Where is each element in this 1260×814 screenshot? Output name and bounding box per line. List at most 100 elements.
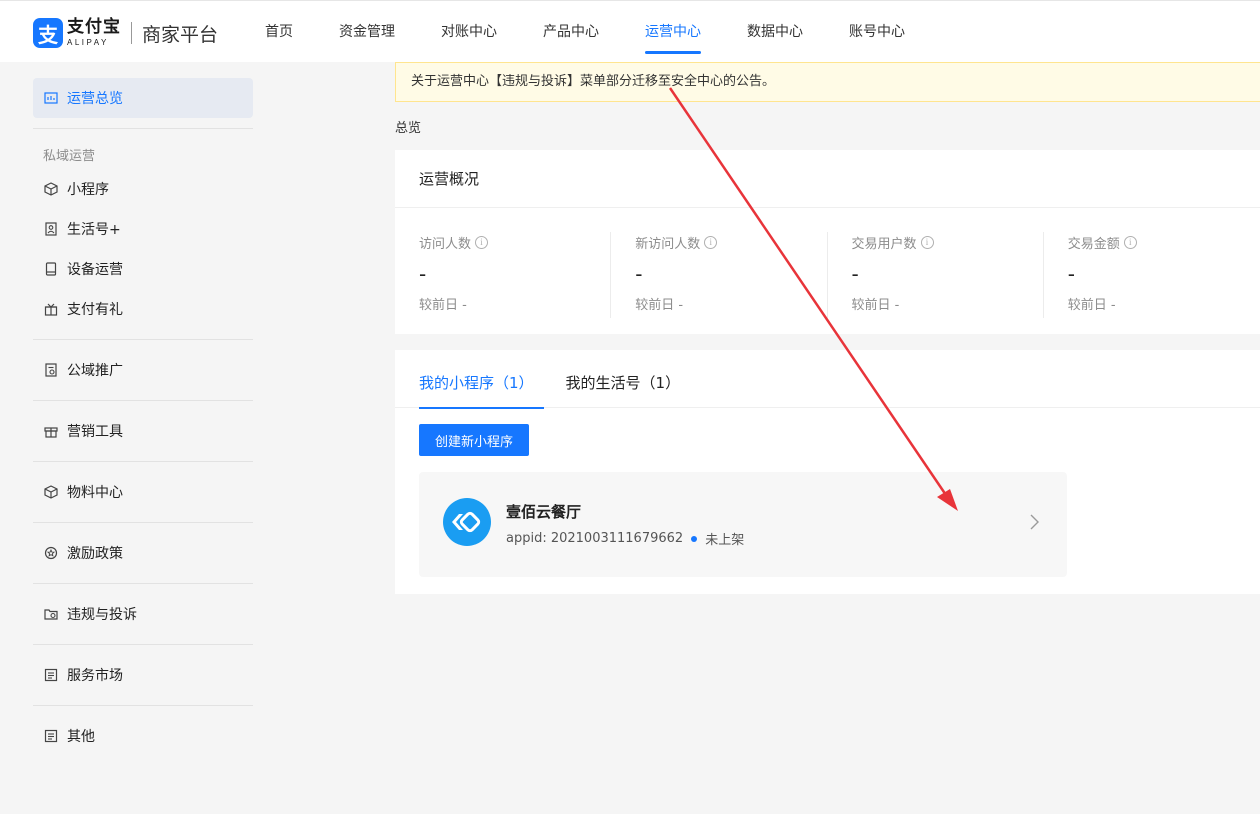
chart-icon	[43, 90, 59, 106]
stat-label: 访问人数	[419, 236, 472, 252]
info-icon[interactable]: i	[475, 235, 489, 249]
sidebar-item-paygift[interactable]: 支付有礼	[33, 289, 253, 329]
logo-wordmark: 支付宝 ALIPAY	[67, 19, 121, 47]
platform-name: 商家平台	[142, 23, 219, 46]
divider	[33, 583, 253, 584]
breadcrumb: 总览	[395, 121, 422, 136]
overview-title: 运营概况	[395, 150, 1260, 208]
stat-label-row: 交易金额 i	[1068, 232, 1260, 252]
stat-visitors: 访问人数 i - 较前日 -	[395, 232, 612, 318]
nav-operations[interactable]: 运营中心	[645, 1, 701, 63]
gift-icon	[43, 301, 59, 317]
stat-value: -	[851, 262, 859, 286]
logo-name-cn: 支付宝	[67, 17, 121, 37]
logo-divider	[131, 22, 132, 44]
stat-label-row: 访问人数 i	[419, 232, 610, 252]
profile-card-icon	[43, 221, 59, 237]
logo-name-en: ALIPAY	[67, 38, 109, 47]
sidebar-item-label: 运营总览	[67, 91, 123, 107]
stat-label: 交易金额	[1067, 236, 1120, 252]
sidebar-item-materials[interactable]: 物料中心	[33, 472, 253, 512]
nav-account[interactable]: 账号中心	[849, 1, 905, 63]
sidebar-item-label: 其他	[67, 729, 95, 745]
info-icon[interactable]: i	[1123, 235, 1137, 249]
sidebar-item-label: 营销工具	[67, 424, 123, 440]
app-logo-icon	[443, 498, 491, 546]
create-miniprogram-button[interactable]: 创建新小程序	[419, 424, 530, 456]
divider	[33, 400, 253, 401]
divider	[33, 461, 253, 462]
alipay-logo[interactable]: 支 支付宝 ALIPAY 商家平台	[33, 18, 218, 48]
stat-label: 交易用户数	[851, 236, 917, 252]
package-icon	[43, 484, 59, 500]
sidebar-item-public[interactable]: 公域推广	[33, 350, 253, 390]
stat-compare: 较前日 -	[851, 298, 900, 313]
sidebar: 运营总览 私域运营 小程序 生活号+ 设备运营 支付有礼 公域推广 营销工具 物…	[33, 62, 253, 756]
nav-products[interactable]: 产品中心	[543, 1, 599, 63]
stat-label: 新访问人数	[635, 236, 701, 252]
list-icon	[43, 728, 59, 744]
sidebar-item-label: 设备运营	[67, 262, 123, 278]
info-icon[interactable]: i	[704, 235, 718, 249]
sidebar-item-label: 违规与投诉	[67, 607, 137, 623]
sidebar-item-overview[interactable]: 运营总览	[33, 78, 253, 118]
stat-label-row: 交易用户数 i	[852, 232, 1043, 252]
tab-my-miniprograms[interactable]: 我的小程序（1）	[419, 350, 544, 409]
divider	[33, 339, 253, 340]
badge-icon	[43, 545, 59, 561]
sidebar-item-device[interactable]: 设备运营	[33, 249, 253, 289]
stat-compare: 较前日 -	[1067, 298, 1116, 313]
app-meta: appid: 2021003111679662 未上架	[506, 529, 744, 548]
sidebar-group-private: 私域运营	[43, 148, 96, 164]
stat-new-visitors: 新访问人数 i - 较前日 -	[611, 232, 828, 318]
stat-value: -	[635, 262, 643, 286]
tab-my-lifeaccounts[interactable]: 我的生活号（1）	[566, 350, 681, 408]
sidebar-item-label: 激励政策	[67, 546, 123, 562]
alipay-logo-icon: 支	[33, 18, 63, 48]
status-dot	[691, 535, 698, 542]
app-tabs: 我的小程序（1） 我的生活号（1）	[395, 350, 1260, 409]
nav-data[interactable]: 数据中心	[747, 1, 803, 63]
nav-reconciliation[interactable]: 对账中心	[441, 1, 497, 63]
divider	[33, 522, 253, 523]
divider	[33, 128, 253, 129]
sidebar-item-violations[interactable]: 违规与投诉	[33, 594, 253, 634]
info-icon[interactable]: i	[920, 235, 934, 249]
sidebar-item-label: 公域推广	[67, 363, 123, 379]
sidebar-item-incentive[interactable]: 激励政策	[33, 533, 253, 573]
sidebar-item-miniprogram[interactable]: 小程序	[33, 169, 253, 209]
giftbox-icon	[43, 423, 59, 439]
sidebar-item-marketing[interactable]: 营销工具	[33, 411, 253, 451]
stat-label-row: 新访问人数 i	[635, 232, 826, 252]
top-nav: 首页 资金管理 对账中心 产品中心 运营中心 数据中心 账号中心	[265, 1, 951, 63]
stat-trade-users: 交易用户数 i - 较前日 -	[828, 232, 1044, 318]
stat-value: -	[419, 262, 427, 286]
chevron-right-icon	[1029, 514, 1039, 534]
stat-compare: 较前日 -	[419, 298, 467, 313]
top-header: 支 支付宝 ALIPAY 商家平台 首页 资金管理 对账中心 产品中心 运营中心…	[0, 0, 1260, 62]
divider	[33, 644, 253, 645]
device-icon	[43, 261, 59, 277]
overview-card: 运营概况 访问人数 i - 较前日 - 新访问人数 i - 较前日 - 交易用户数 i…	[395, 150, 1260, 334]
app-name: 壹佰云餐厅	[506, 503, 582, 521]
sidebar-item-label: 物料中心	[67, 485, 123, 501]
sidebar-item-lifeaccount[interactable]: 生活号+	[33, 209, 253, 249]
list-icon	[43, 667, 59, 683]
divider	[33, 705, 253, 706]
sidebar-item-other[interactable]: 其他	[33, 716, 253, 756]
apps-card: 我的小程序（1） 我的生活号（1） 创建新小程序 壹佰云餐厅 appid: 20…	[395, 350, 1260, 594]
stat-trade-amount: 交易金额 i - 较前日 -	[1044, 232, 1260, 318]
app-id: appid: 2021003111679662	[506, 531, 684, 546]
nav-home[interactable]: 首页	[265, 1, 293, 63]
notice-bar[interactable]: 关于运营中心【违规与投诉】菜单部分迁移至安全中心的公告。	[395, 62, 1260, 102]
stat-value: -	[1067, 262, 1076, 286]
sidebar-item-market[interactable]: 服务市场	[33, 655, 253, 695]
sidebar-item-label: 支付有礼	[67, 302, 123, 318]
miniprogram-item[interactable]: 壹佰云餐厅 appid: 2021003111679662 未上架	[419, 472, 1067, 577]
sidebar-item-label: 小程序	[67, 182, 109, 198]
nav-funds[interactable]: 资金管理	[339, 1, 395, 63]
folder-alert-icon	[43, 606, 59, 622]
cube-icon	[43, 181, 59, 197]
sidebar-item-label: 服务市场	[67, 668, 123, 684]
app-status: 未上架	[705, 533, 745, 548]
